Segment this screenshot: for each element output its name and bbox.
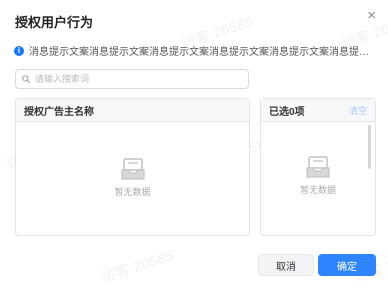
close-icon[interactable]: × xyxy=(367,8,376,23)
inbox-icon xyxy=(306,156,330,178)
panel-header: 授权广告主名称 xyxy=(16,99,249,122)
empty-state: 暂无数据 xyxy=(261,155,375,196)
info-icon: i xyxy=(14,45,24,56)
panel-header: 已选0项 清空 xyxy=(261,99,375,122)
search-icon xyxy=(22,75,30,83)
watermark: 访客 20585 xyxy=(99,246,176,286)
cancel-button[interactable]: 取消 xyxy=(258,254,314,276)
empty-text: 暂无数据 xyxy=(299,185,336,195)
selected-list-panel: 已选0项 清空 暂无数据 xyxy=(260,98,376,236)
inbox-icon xyxy=(120,158,145,180)
dialog-title: 授权用户行为 xyxy=(15,15,94,30)
empty-state: 暂无数据 xyxy=(16,157,249,198)
confirm-button[interactable]: 确定 xyxy=(318,254,376,276)
empty-text: 暂无数据 xyxy=(114,187,151,197)
notice-bar: i 消息提示文案消息提示文案消息提示文案消息提示文案消息提示文案消息提示文案..… xyxy=(14,43,376,58)
notice-text: 消息提示文案消息提示文案消息提示文案消息提示文案消息提示文案消息提示文案... xyxy=(29,47,376,58)
panel-header-label: 授权广告主名称 xyxy=(24,106,94,118)
clear-button[interactable]: 清空 xyxy=(349,104,367,117)
available-list-panel: 授权广告主名称 暂无数据 xyxy=(15,98,250,236)
search-input[interactable] xyxy=(35,74,235,84)
selected-count-label: 已选0项 xyxy=(269,106,305,118)
search-box[interactable] xyxy=(15,69,249,89)
